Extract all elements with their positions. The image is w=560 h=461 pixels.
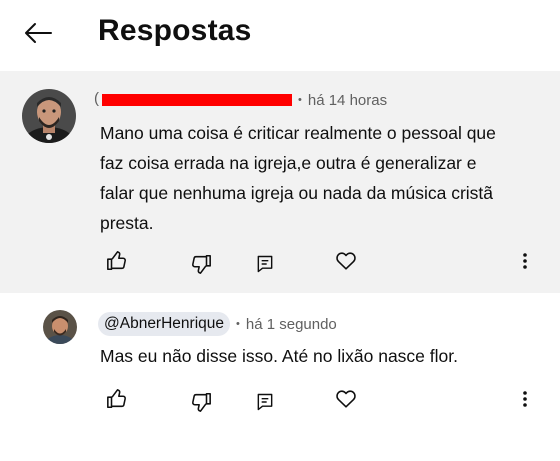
comment-meta: ( • há 14 horas	[94, 90, 388, 109]
app-header: Respostas	[0, 0, 560, 70]
separator-dot: •	[298, 94, 302, 106]
more-vert-icon	[523, 391, 527, 407]
reply-button[interactable]	[250, 387, 280, 417]
heart-icon	[336, 390, 356, 408]
arrow-left-icon	[25, 23, 52, 43]
reply-icon	[257, 393, 273, 411]
comment-text-line: Mano uma coisa é criticar realmente o pe…	[100, 123, 496, 143]
comment-time: há 1 segundo	[245, 315, 337, 333]
reply-icon	[257, 255, 273, 273]
back-button[interactable]	[20, 16, 56, 50]
thumbs-up-icon	[107, 251, 126, 271]
dislike-button[interactable]	[186, 387, 216, 417]
thumbs-up-icon	[107, 389, 126, 409]
more-options-button[interactable]	[510, 246, 540, 276]
heart-icon	[336, 252, 356, 270]
comment-meta: @AbnerHenrique • há 1 segundo	[98, 312, 337, 336]
separator-dot: •	[236, 318, 240, 330]
more-options-button[interactable]	[510, 384, 540, 414]
more-vert-icon	[523, 253, 527, 269]
comment-time: há 14 horas	[307, 91, 388, 109]
author-name-redacted[interactable]: (	[94, 90, 292, 109]
comment-text-line: falar que nenhuma igreja ou nada da músi…	[100, 183, 494, 203]
thumbs-down-icon	[192, 392, 211, 412]
comment-item-reply: @AbnerHenrique • há 1 segundo Mas eu não…	[0, 293, 560, 461]
thumbs-down-icon	[192, 254, 211, 274]
avatar[interactable]	[43, 310, 77, 344]
like-button[interactable]	[102, 246, 132, 276]
heart-button[interactable]	[331, 384, 361, 414]
comment-text: Mano uma coisa é criticar realmente o pe…	[100, 118, 496, 238]
comment-text: Mas eu não disse isso. Até no lixão nasc…	[100, 346, 458, 366]
dislike-button[interactable]	[186, 249, 216, 279]
author-chip[interactable]: @AbnerHenrique	[98, 312, 230, 336]
comment-text-line: faz coisa errada na igreja,e outra é gen…	[100, 153, 477, 173]
heart-button[interactable]	[331, 246, 361, 276]
comment-text-line: presta.	[100, 213, 154, 233]
redaction-bar	[102, 94, 292, 106]
avatar[interactable]	[22, 89, 76, 143]
page-title: Respostas	[98, 14, 252, 47]
like-button[interactable]	[102, 384, 132, 414]
reply-button[interactable]	[250, 249, 280, 279]
comment-item-highlighted: ( • há 14 horas Mano uma coisa é critica…	[0, 71, 560, 293]
author-prefix: (	[94, 90, 99, 107]
